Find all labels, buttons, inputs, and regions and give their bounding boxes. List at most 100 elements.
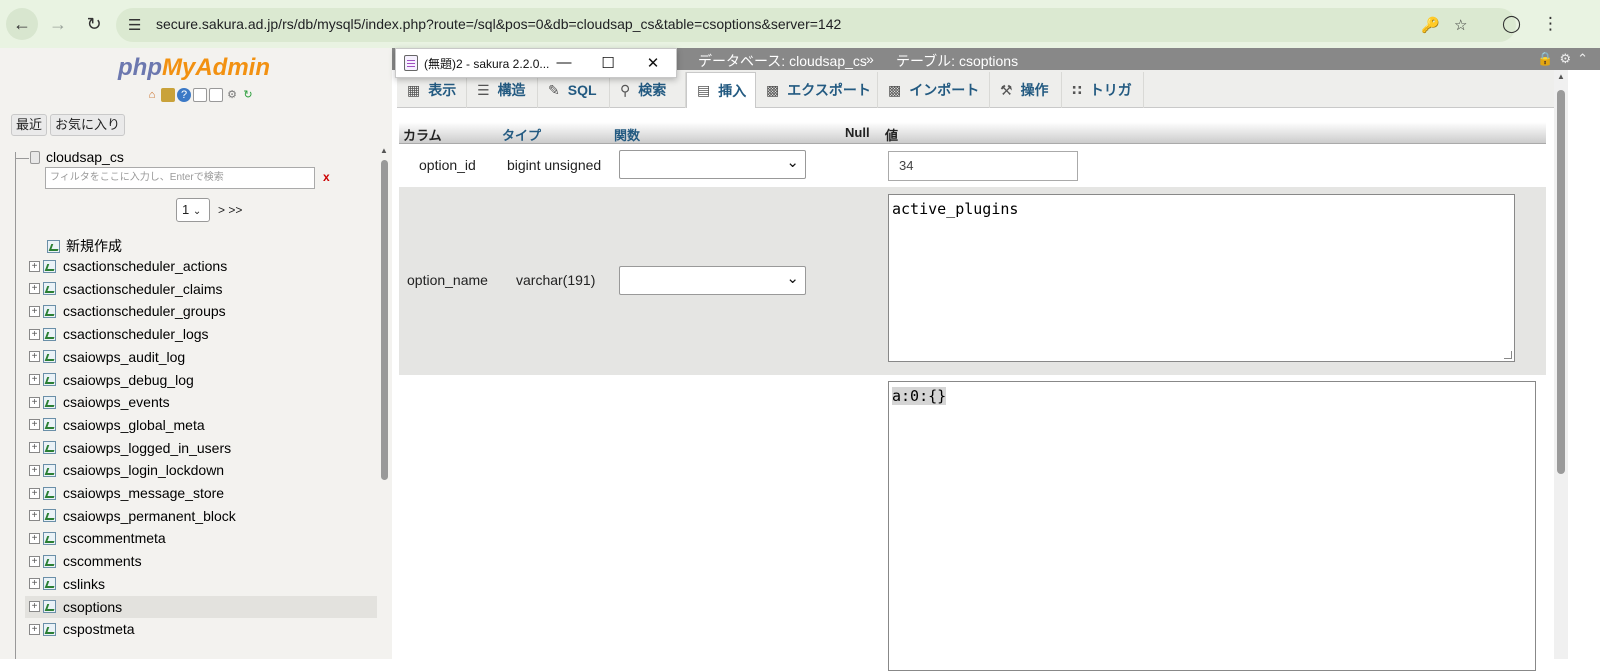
sidebar-item-label[interactable]: csactionscheduler_claims	[63, 281, 223, 297]
sidebar-item-label[interactable]: csactionscheduler_groups	[63, 303, 226, 319]
header-icons[interactable]: 🔒⚙⌃	[1537, 51, 1594, 67]
table-icon[interactable]	[43, 395, 56, 409]
tab-import[interactable]: ▩ インポート	[878, 72, 990, 108]
table-icon[interactable]	[43, 282, 56, 296]
scroll-up-icon[interactable]: ▲	[380, 146, 388, 155]
expand-icon[interactable]: +	[29, 623, 40, 635]
page-select[interactable]: 1 ⌄	[176, 198, 210, 222]
notepad-window[interactable]: (無題)2 - sakura 2.2.0... — ☐ ✕	[395, 48, 677, 78]
table-icon[interactable]	[43, 622, 56, 636]
table-icon[interactable]	[43, 327, 56, 341]
sidebar-item-label[interactable]: csactionscheduler_logs	[63, 326, 209, 342]
new-table-link[interactable]: 新規作成	[44, 236, 122, 256]
minimize-icon[interactable]: —	[554, 54, 574, 71]
expand-icon[interactable]: +	[29, 419, 40, 431]
value-textarea[interactable]: active_plugins	[888, 194, 1515, 362]
site-info-icon[interactable]: ☰	[128, 16, 141, 34]
table-icon[interactable]	[43, 441, 56, 455]
function-header[interactable]: 関数	[614, 125, 640, 144]
help-icon[interactable]: ?	[177, 88, 191, 102]
table-icon[interactable]	[43, 486, 56, 500]
table-filter-input[interactable]: フィルタをここに入力し、Enterで検索	[45, 167, 315, 189]
forward-button[interactable]: →	[42, 8, 74, 40]
menu-icon[interactable]: ⋮	[1542, 14, 1559, 34]
address-bar[interactable]: ☰ secure.sakura.ad.jp/rs/db/mysql5/index…	[116, 8, 1516, 42]
profile-icon[interactable]: ◯	[1502, 14, 1521, 34]
expand-icon[interactable]: +	[29, 510, 40, 522]
sidebar-item-label[interactable]: cslinks	[63, 576, 105, 592]
database-name[interactable]: cloudsap_cs	[46, 149, 124, 165]
value-textarea[interactable]: a:0:{}	[888, 381, 1536, 671]
sidebar-item-csaiowps_global_meta[interactable]: + csaiowps_global_meta	[25, 414, 377, 436]
nav-scrollbar[interactable]: ▲	[378, 144, 391, 659]
expand-icon[interactable]: +	[29, 578, 40, 590]
expand-icon[interactable]: +	[29, 260, 40, 272]
table-icon[interactable]	[43, 600, 56, 613]
sidebar-item-label[interactable]: cspostmeta	[63, 621, 135, 637]
main-scrollbar-thumb[interactable]	[1557, 90, 1565, 474]
copy-icon[interactable]	[209, 88, 223, 102]
sidebar-item-csactionscheduler_groups[interactable]: + csactionscheduler_groups	[25, 300, 377, 322]
sidebar-item-label[interactable]: csoptions	[63, 599, 122, 615]
expand-icon[interactable]: +	[29, 532, 40, 544]
nav-scrollbar-thumb[interactable]	[381, 160, 388, 480]
sidebar-item-label[interactable]: cscomments	[63, 553, 142, 569]
sidebar-item-csaiowps_events[interactable]: + csaiowps_events	[25, 391, 377, 413]
expand-icon[interactable]: +	[29, 487, 40, 499]
type-header[interactable]: タイプ	[502, 125, 541, 144]
sidebar-item-csactionscheduler_actions[interactable]: + csactionscheduler_actions	[25, 255, 377, 277]
breadcrumb-database[interactable]: データベース: cloudsap_cs	[698, 51, 867, 71]
reload-nav-icon[interactable]: ↻	[241, 88, 255, 102]
sidebar-item-csaiowps_logged_in_users[interactable]: + csaiowps_logged_in_users	[25, 437, 377, 459]
filter-clear-button[interactable]: x	[323, 170, 330, 184]
sidebar-item-label[interactable]: csaiowps_login_lockdown	[63, 462, 224, 478]
settings-icon[interactable]: ⚙	[225, 88, 239, 102]
sidebar-item-label[interactable]: csaiowps_audit_log	[63, 349, 185, 365]
sidebar-item-label[interactable]: csactionscheduler_actions	[63, 258, 227, 274]
tab-triggers[interactable]: ∷ トリガ	[1062, 72, 1144, 108]
tab-export[interactable]: ▩ エクスポート	[756, 72, 878, 108]
expand-icon[interactable]: +	[29, 305, 40, 317]
sidebar-item-label[interactable]: cscommentmeta	[63, 530, 166, 546]
expand-icon[interactable]: +	[29, 601, 40, 612]
tab-insert[interactable]: ▤ 挿入	[686, 72, 756, 108]
star-icon[interactable]: ☆	[1454, 16, 1467, 34]
expand-icon[interactable]: +	[29, 351, 40, 363]
sidebar-item-csaiowps_login_lockdown[interactable]: + csaiowps_login_lockdown	[25, 459, 377, 481]
sidebar-item-csactionscheduler_logs[interactable]: + csactionscheduler_logs	[25, 323, 377, 345]
favorites-button[interactable]: お気に入り	[50, 114, 126, 136]
close-icon[interactable]: ✕	[643, 54, 663, 72]
table-icon[interactable]	[43, 509, 56, 523]
table-icon[interactable]	[43, 531, 56, 545]
value-input[interactable]: 34	[888, 151, 1078, 181]
expand-icon[interactable]: +	[29, 464, 40, 476]
sidebar-item-csoptions[interactable]: + csoptions	[25, 595, 377, 618]
phpmyadmin-logo[interactable]: phpMyAdmin	[118, 54, 270, 82]
scroll-up-icon[interactable]: ▲	[1557, 72, 1565, 81]
table-icon[interactable]	[43, 418, 56, 432]
sidebar-item-label[interactable]: csaiowps_message_store	[63, 485, 224, 501]
sidebar-item-cspostmeta[interactable]: + cspostmeta	[25, 618, 377, 640]
table-icon[interactable]	[43, 463, 56, 477]
table-icon[interactable]	[43, 577, 56, 591]
expand-icon[interactable]: +	[29, 328, 40, 340]
expand-icon[interactable]: +	[29, 555, 40, 567]
key-icon[interactable]: 🔑	[1421, 16, 1440, 34]
table-icon[interactable]	[43, 373, 56, 386]
home-icon[interactable]: ⌂	[145, 88, 159, 102]
sidebar-item-csactionscheduler_claims[interactable]: + csactionscheduler_claims	[25, 278, 377, 300]
recent-button[interactable]: 最近	[11, 114, 48, 136]
expand-icon[interactable]: +	[29, 442, 40, 454]
back-button[interactable]: ←	[6, 8, 38, 40]
expand-icon[interactable]: +	[29, 374, 40, 385]
breadcrumb-table[interactable]: テーブル: csoptions	[896, 51, 1018, 71]
main-scrollbar[interactable]: ▲	[1554, 70, 1568, 659]
table-icon[interactable]	[43, 304, 56, 318]
sidebar-item-label[interactable]: csaiowps_global_meta	[63, 417, 205, 433]
sidebar-item-csaiowps_message_store[interactable]: + csaiowps_message_store	[25, 482, 377, 504]
table-icon[interactable]	[43, 350, 56, 364]
table-icon[interactable]	[43, 554, 56, 568]
function-select[interactable]	[619, 150, 806, 179]
docs-icon[interactable]	[193, 88, 207, 102]
function-select[interactable]	[619, 266, 806, 295]
